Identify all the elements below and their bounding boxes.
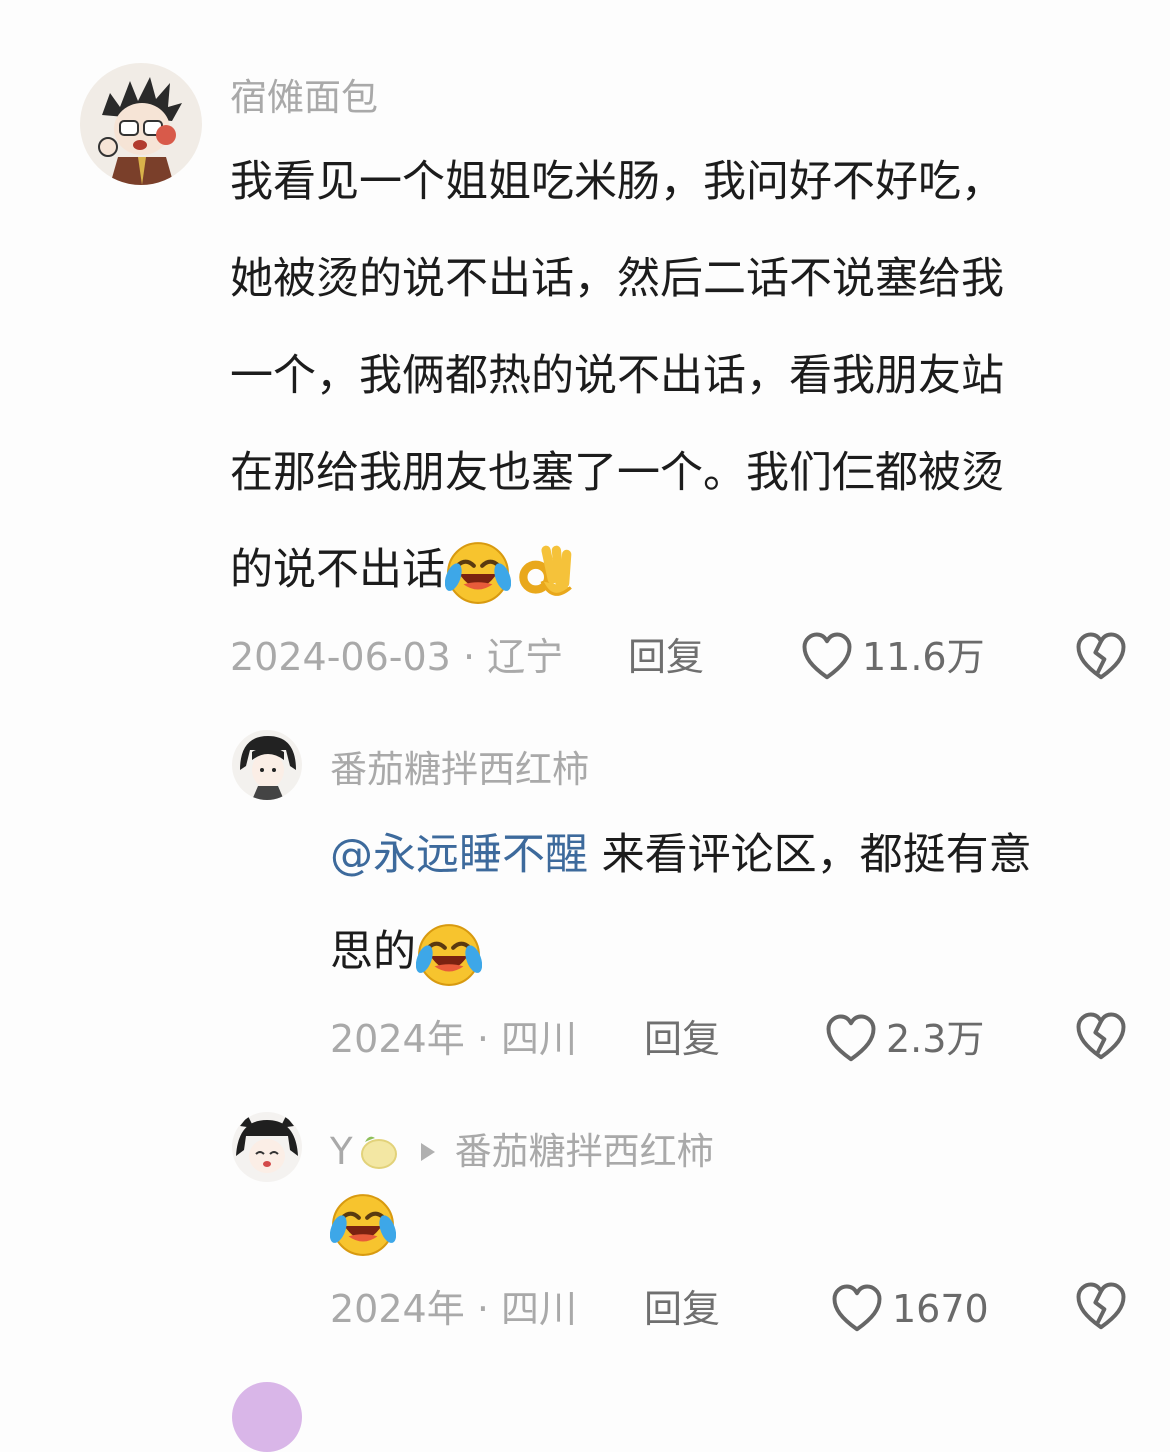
heart-icon [824, 1012, 878, 1066]
reply-arrow-icon [420, 1143, 435, 1161]
laughing-crying-emoji-icon [330, 1192, 396, 1258]
meta-separator: · [476, 1287, 489, 1331]
reply-button[interactable]: 回复 [644, 1284, 720, 1334]
mention-link[interactable]: @永远睡不醒 [330, 830, 588, 880]
dislike-icon[interactable] [1074, 630, 1128, 684]
comment-line: 在那给我朋友也塞了一个。我们仨都被烫 [230, 448, 1004, 498]
laughing-crying-emoji-icon [445, 540, 511, 606]
like-count: 1670 [892, 1287, 989, 1331]
like-count: 11.6万 [862, 635, 985, 679]
username[interactable]: 宿傩面包 [230, 74, 378, 122]
comment-line: @永远睡不醒 来看评论区，都挺有意 [330, 830, 1032, 880]
comment-meta: 2024年 · 四川 [330, 1284, 577, 1334]
comment-meta: 2024年 · 四川 [330, 1014, 577, 1064]
reply-button[interactable]: 回复 [644, 1014, 720, 1064]
comment-line: 她被烫的说不出话，然后二话不说塞给我 [230, 254, 1004, 304]
comment-location: 四川 [501, 1017, 578, 1061]
avatar[interactable] [232, 1382, 302, 1452]
comment-line: 我看见一个姐姐吃米肠，我问好不好吃， [230, 157, 1004, 207]
comment-date: 2024-06-03 [230, 635, 451, 679]
comment-location: 辽宁 [487, 635, 564, 679]
like-button[interactable]: 11.6万 [800, 628, 985, 686]
comment-text: @永远睡不醒 来看评论区，都挺有意 思的 [330, 807, 1150, 1001]
laughing-crying-emoji-icon [416, 922, 482, 988]
like-count: 2.3万 [886, 1017, 985, 1061]
comment-location: 四川 [501, 1287, 578, 1331]
reply-header: Y 番茄糖拌西红柿 [330, 1128, 714, 1176]
like-button[interactable]: 2.3万 [824, 1010, 984, 1068]
username[interactable]: 番茄糖拌西红柿 [330, 746, 589, 794]
reply-to-username[interactable]: 番茄糖拌西红柿 [455, 1128, 714, 1176]
dislike-icon[interactable] [1074, 1280, 1128, 1334]
meta-separator: · [476, 1017, 489, 1061]
heart-icon [830, 1282, 884, 1336]
dislike-icon[interactable] [1074, 1010, 1128, 1064]
heart-icon [800, 630, 854, 684]
reply-button[interactable]: 回复 [628, 632, 704, 682]
avatar[interactable] [232, 1112, 302, 1182]
avatar[interactable] [232, 730, 302, 800]
comment-line: 思的 [330, 904, 1150, 1001]
comment-meta: 2024-06-03 · 辽宁 [230, 632, 563, 682]
comment-date: 2024年 [330, 1017, 465, 1061]
meta-separator: · [462, 635, 476, 679]
avatar[interactable] [80, 63, 202, 185]
comment-line: 一个，我俩都热的说不出话，看我朋友站 [230, 351, 1004, 401]
username[interactable]: Y [330, 1128, 353, 1176]
lemon-emoji-icon [360, 1136, 397, 1169]
comment-date: 2024年 [330, 1287, 465, 1331]
ok-hand-emoji-icon [511, 540, 577, 606]
like-button[interactable]: 1670 [830, 1280, 989, 1338]
comment-line: 的说不出话 [230, 522, 1130, 619]
comment-text: 我看见一个姐姐吃米肠，我问好不好吃， 她被烫的说不出话，然后二话不说塞给我 一个… [230, 134, 1130, 619]
